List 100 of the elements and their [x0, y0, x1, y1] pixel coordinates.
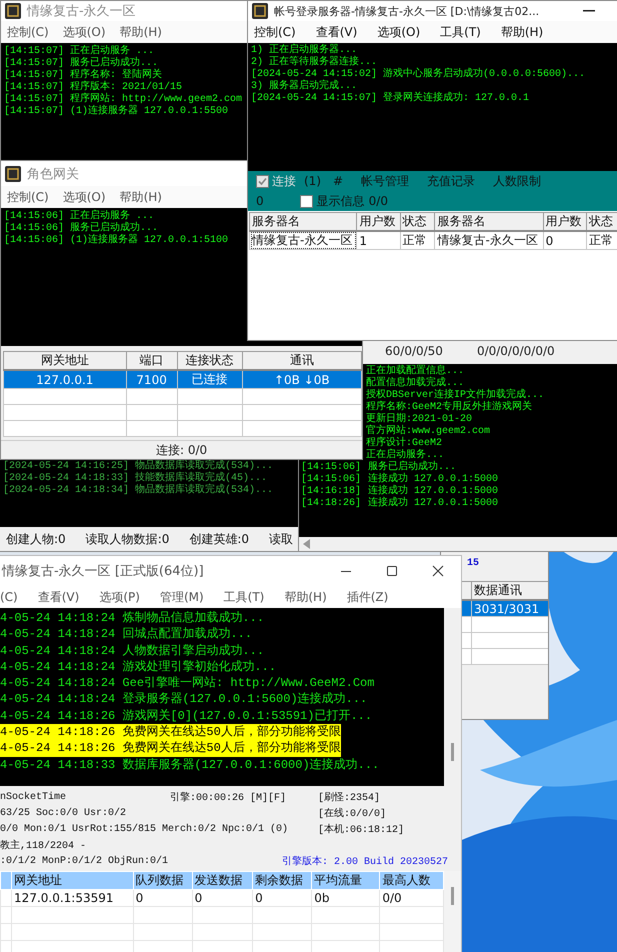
column-header[interactable]: 网关地址	[12, 872, 134, 890]
column-header[interactable]: 通讯	[242, 352, 362, 370]
log-line: 1) 正在启动服务器...	[251, 45, 358, 56]
log-line: [14:15:07] 程序名称: 登陆网关	[4, 70, 162, 81]
log-line: [2024-05-24 14:18:34] 物品数据库读取完成(534)...	[3, 485, 274, 497]
menu-item[interactable]: 帮助(H)	[284, 588, 327, 606]
status-text: 0/0 Mon:0/1 UsrRot:155/815 Merch:0/2 Npc:0/1 (0)	[0, 824, 290, 834]
table-row[interactable]: 127.0.0.1 7100 已连接 ↑0B ↓0B	[4, 370, 362, 388]
menu-item[interactable]: 帮助(H)	[120, 24, 162, 40]
column-header[interactable]: 剩余数据	[252, 872, 312, 890]
menu-item[interactable]: 管理(M)	[160, 588, 204, 606]
table-cell: 0	[133, 890, 192, 906]
status-text: 63/25 Soc:0/0 Usr:0/2	[0, 808, 128, 818]
log-line: [14:18:26] 连接成功 127.0.0.1:5000	[301, 498, 498, 510]
engine-time-text: 引擎:00:00:26 [M][F]	[170, 790, 288, 804]
column-header[interactable]: 服务器名	[434, 212, 544, 231]
toolbar-link[interactable]: 充值记录	[427, 172, 476, 190]
log-line: [14:15:07] 程序版本: 2021/01/15	[4, 82, 182, 93]
app-icon	[252, 3, 268, 19]
menu-item[interactable]: 查看(V)	[38, 588, 80, 606]
log-line: 4-05-24 14:18:24 Gee引擎唯一网站: http://Www.GeeM2.Com	[0, 675, 374, 692]
log-line: 4-05-24 14:18:24 登录服务器(127.0.0.1:5600)连接成功...	[0, 691, 368, 708]
menu-item[interactable]: 控制(C)	[254, 24, 296, 40]
log-line: [14:15:06] 服务已启动成功...	[4, 223, 158, 234]
stat-label: 读取人物数据:0	[86, 530, 170, 548]
table-cell: 1	[356, 231, 400, 250]
log-line: [14:16:18] 连接成功 127.0.0.1:5000	[301, 486, 498, 497]
value-text: 0	[256, 194, 264, 208]
table-cell: 127.0.0.1	[4, 370, 126, 388]
menu-item[interactable]: 选项(O)	[62, 24, 106, 40]
column-header[interactable]: 用户数	[543, 212, 586, 231]
toolbar-link[interactable]: 人数限制	[493, 172, 542, 190]
column-header[interactable]: 用户数	[356, 212, 400, 231]
log-line: 2) 正在等待服务器连接...	[251, 57, 378, 68]
column-header[interactable]: 状态	[400, 212, 435, 231]
menu-item[interactable]: (C)	[0, 590, 18, 604]
menu-item[interactable]: 工具(T)	[224, 588, 264, 606]
column-header[interactable]: 最高人数	[380, 872, 444, 890]
counter-text: 60/0/0/50	[385, 344, 443, 358]
log-line: 官方网站:www.geem2.com	[366, 426, 490, 437]
column-header[interactable]: 网关地址	[4, 352, 126, 370]
log-line: [2024-05-24 14:15:07] 登录网关连接成功: 127.0.0.1	[251, 93, 530, 105]
table-cell: ↑0B ↓0B	[242, 370, 362, 388]
table-cell: 0	[252, 890, 312, 906]
log-line: [14:15:07] 程序网站: http://www.geem2.com	[4, 94, 242, 105]
log-line: 4-05-24 14:18:24 回城点配置加载成功...	[0, 626, 252, 643]
counter-text: [本机:06:18:12]	[318, 822, 404, 836]
minimize-icon	[583, 10, 595, 12]
column-header[interactable]: 队列数据	[133, 872, 192, 890]
log-line: 正在加载配置信息...	[366, 366, 464, 377]
column-header[interactable]: 数据通讯	[472, 582, 548, 600]
column-header[interactable]: 平均流量	[312, 872, 380, 890]
window-title: 帐号登录服务器-情缘复古-永久一区 [D:\情缘复古02...	[274, 4, 540, 18]
log-line: [14:15:06] 正在启动服务 ...	[4, 211, 154, 222]
log-line: 4-05-24 14:18:26 游戏网关[0](127.0.0.1:53591)已打开...	[0, 708, 372, 724]
toolbar-link[interactable]: 帐号管理	[361, 172, 410, 190]
menu-item[interactable]: 帮助(H)	[120, 188, 162, 206]
log-line: 授权DBServer连接IP文件加载完成...	[366, 390, 544, 401]
log-line: [14:15:06] 服务已启动成功...	[301, 462, 456, 473]
left-arrow-icon[interactable]	[303, 539, 311, 549]
menu-item[interactable]: 查看(V)	[316, 24, 358, 40]
menu-item[interactable]: 控制(C)	[7, 188, 49, 206]
checkbox-label[interactable]: 显示信息	[316, 192, 365, 210]
menu-item[interactable]: 选项(P)	[99, 588, 140, 606]
menu-item[interactable]: 插件(Z)	[346, 588, 388, 606]
column-header[interactable]: 服务器名	[250, 212, 357, 231]
hash-text: #	[333, 174, 344, 188]
menu-item[interactable]: 选项(O)	[377, 24, 420, 40]
log-line: 4-05-24 14:18:24 游戏处理引擎初始化成功...	[0, 658, 276, 676]
version-text: 引擎版本: 2.00 Build 20230527	[282, 854, 448, 868]
menu-item[interactable]: 控制(C)	[7, 24, 49, 40]
close-icon	[432, 565, 444, 577]
window-title: 情缘复古-永久一区 [正式版(64位)]	[2, 563, 205, 580]
log-line: [14:15:07] (1)连接服务器 127.0.0.1:5500	[4, 106, 228, 118]
checkbox-label[interactable]: 连接	[272, 172, 296, 190]
column-header[interactable]: 状态	[586, 212, 617, 231]
stat-label: 创建人物:0	[6, 530, 66, 548]
log-line: 配置信息加载完成...	[366, 378, 464, 389]
log-line: [14:15:06] (1)连接服务器 127.0.0.1:5100	[4, 235, 228, 247]
table-cell: 情缘复古-永久一区	[250, 231, 357, 250]
log-line: [2024-05-24 14:16:25] 物品数据库读取完成(534)...	[3, 461, 274, 472]
counter-text: [在线:0/0/0]	[318, 806, 386, 820]
log-line: 4-05-24 14:18:24 人物数据引擎启动成功...	[0, 642, 264, 659]
status-text: nSocketTime	[0, 792, 68, 802]
menu-item[interactable]: 选项(O)	[62, 188, 106, 206]
status-text: 连接: 0/0	[156, 442, 208, 458]
counter-text: [刷怪:2354]	[318, 790, 380, 804]
column-header[interactable]: 发送数据	[192, 872, 253, 890]
menu-item[interactable]: 帮助(H)	[500, 24, 544, 40]
log-line: 更新日期:2021-01-20	[366, 414, 472, 425]
table-cell: 3031/3031	[472, 600, 548, 616]
table-cell: 0b	[312, 890, 380, 906]
column-header[interactable]: 端口	[126, 352, 178, 370]
checkbox[interactable]	[256, 174, 269, 188]
menu-item[interactable]: 工具(T)	[440, 24, 481, 40]
stat-label: 读取	[269, 530, 294, 548]
log-line: 3) 服务器启动完成...	[251, 81, 358, 92]
table-row[interactable]: 3031/3031	[442, 600, 548, 616]
column-header[interactable]: 连接状态	[177, 352, 242, 370]
checkbox[interactable]	[300, 194, 313, 208]
